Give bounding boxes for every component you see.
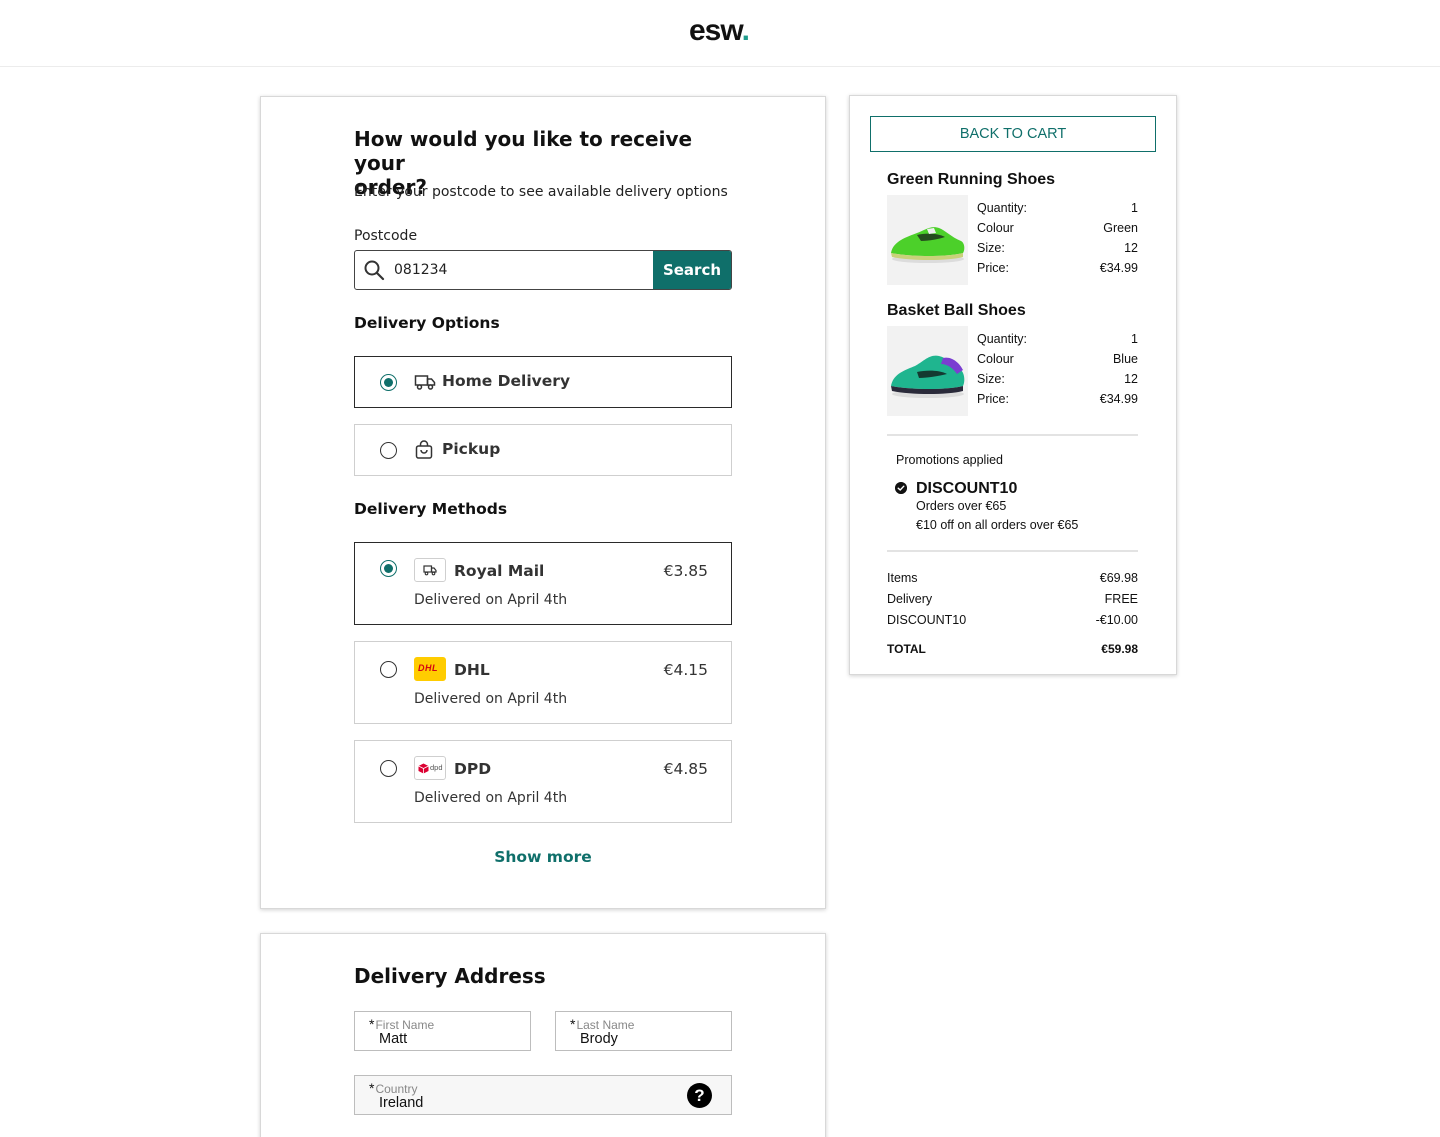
home-delivery-label: Home Delivery (442, 372, 571, 390)
last-name-value: Brody (580, 1031, 618, 1047)
delivery-subheading: Enter your postcode to see available del… (354, 184, 728, 200)
dhl-eta: Delivered on April 4th (414, 691, 568, 707)
product-name: Green Running Shoes (887, 171, 1056, 188)
royal-mail-name: Royal Mail (454, 562, 545, 580)
home-delivery-radio[interactable] (380, 374, 397, 391)
dhl-logo: DHL (414, 657, 446, 681)
dpd-price: €4.85 (663, 760, 708, 778)
shopping-bag-icon (415, 440, 433, 459)
royal-mail-logo (414, 558, 446, 582)
promotions-title: Promotions applied (896, 453, 1004, 467)
product-image-green-running-shoe (887, 195, 968, 285)
promo-condition: Orders over €65 (916, 499, 1007, 513)
dpd-eta: Delivered on April 4th (414, 790, 568, 806)
help-icon[interactable]: ? (687, 1083, 712, 1108)
pickup-label: Pickup (442, 440, 501, 458)
postcode-input[interactable] (394, 251, 654, 289)
first-name-label: *First Name (369, 1016, 435, 1032)
postcode-search-box: Search (354, 250, 732, 290)
royal-mail-price: €3.85 (663, 562, 708, 580)
green-shoe-illustration (891, 227, 965, 263)
first-name-field[interactable]: *First Name Matt (354, 1011, 531, 1051)
promo-description: €10 off on all orders over €65 (916, 518, 1079, 532)
truck-icon (423, 565, 437, 576)
summary-divider (887, 434, 1138, 436)
show-more-link[interactable]: Show more (354, 848, 732, 866)
royal-mail-eta: Delivered on April 4th (414, 592, 568, 608)
product-name: Basket Ball Shoes (887, 302, 1026, 319)
delivery-address-title: Delivery Address (354, 964, 546, 988)
dpd-name: DPD (454, 760, 492, 778)
search-button[interactable]: Search (653, 251, 731, 289)
promo-code: DISCOUNT10 (916, 480, 1018, 497)
option-pickup[interactable]: Pickup (354, 424, 732, 476)
dhl-logo-text: DHL (418, 663, 438, 673)
option-home-delivery[interactable]: Home Delivery (354, 356, 732, 408)
method-dpd[interactable]: dpd DPD €4.85 Delivered on April 4th (354, 740, 732, 823)
dpd-cube-icon (418, 763, 429, 774)
country-label: *Country (369, 1080, 418, 1096)
check-circle-icon (895, 482, 907, 494)
delivery-options-title: Delivery Options (354, 314, 500, 332)
pickup-radio[interactable] (380, 442, 397, 459)
basketball-shoe-illustration (891, 355, 965, 398)
top-header: esw. (0, 0, 1440, 67)
dpd-logo: dpd (414, 756, 446, 780)
dhl-price: €4.15 (663, 661, 708, 679)
truck-icon (414, 375, 436, 390)
dhl-radio[interactable] (380, 661, 397, 678)
esw-logo[interactable]: esw. (689, 14, 750, 48)
summary-divider (887, 550, 1138, 552)
last-name-label: *Last Name (570, 1016, 635, 1032)
product-image-basketball-shoe (887, 326, 968, 416)
country-value: Ireland (379, 1095, 424, 1111)
country-field[interactable]: *Country Ireland ? (354, 1075, 732, 1115)
postcode-label: Postcode (354, 228, 418, 244)
last-name-field[interactable]: *Last Name Brody (555, 1011, 732, 1051)
method-dhl[interactable]: DHL DHL €4.15 Delivered on April 4th (354, 641, 732, 724)
search-icon (364, 260, 385, 281)
method-royal-mail[interactable]: Royal Mail €3.85 Delivered on April 4th (354, 542, 732, 625)
dhl-name: DHL (454, 661, 490, 679)
dpd-logo-text: dpd (430, 763, 443, 772)
back-to-cart-button[interactable]: BACK TO CART (870, 116, 1156, 152)
royal-mail-radio[interactable] (380, 560, 397, 577)
delivery-methods-title: Delivery Methods (354, 500, 508, 518)
first-name-value: Matt (379, 1031, 408, 1047)
dpd-radio[interactable] (380, 760, 397, 777)
